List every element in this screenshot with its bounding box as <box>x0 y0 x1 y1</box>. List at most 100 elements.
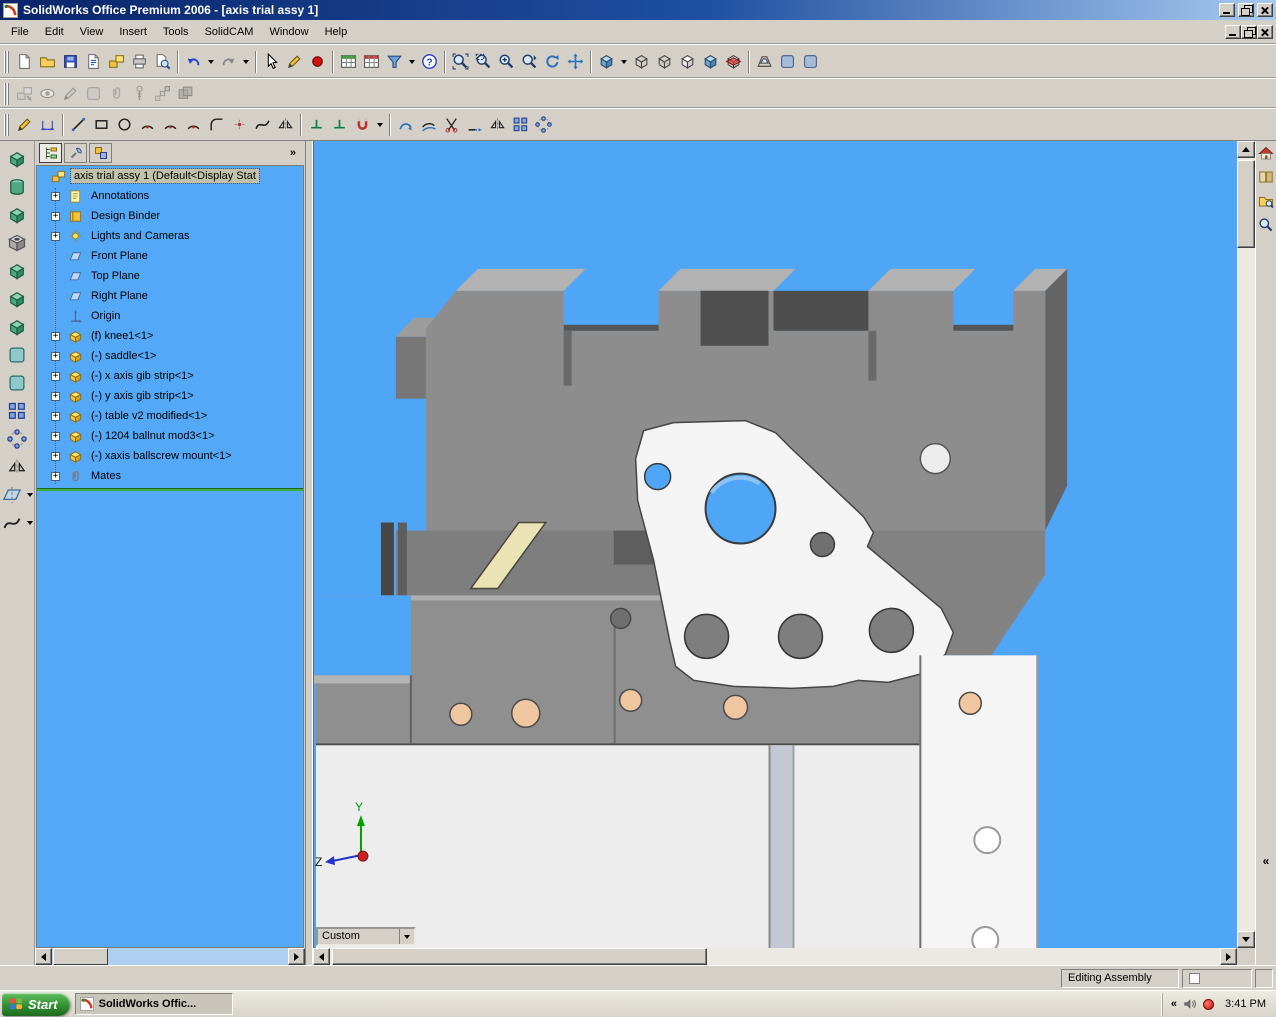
expand-toggle[interactable]: + <box>51 212 60 221</box>
horizontal-scroll-track[interactable] <box>330 948 1220 965</box>
tree-scroll-left-button[interactable] <box>35 948 52 965</box>
expand-toggle[interactable]: + <box>51 412 60 421</box>
rotate-view-icon[interactable] <box>541 50 564 73</box>
status-checkbox[interactable] <box>1189 973 1200 984</box>
offset-entities-icon[interactable] <box>417 113 440 136</box>
redo-icon[interactable] <box>217 50 240 73</box>
reference-geometry-caret[interactable] <box>25 482 35 508</box>
display-relations-icon[interactable] <box>328 113 351 136</box>
extruded-cut-icon[interactable] <box>4 202 30 228</box>
wireframe-icon[interactable] <box>630 50 653 73</box>
toolbar-drag-handle[interactable] <box>4 51 10 73</box>
tree-item-f-knee1-1[interactable]: +(f) knee1<1> <box>37 326 303 346</box>
linear-sketch-pattern-icon[interactable] <box>509 113 532 136</box>
expand-toggle[interactable]: + <box>51 452 60 461</box>
zoom-in-out-icon[interactable] <box>495 50 518 73</box>
select-icon[interactable] <box>260 50 283 73</box>
tree-horizontal-scrollbar[interactable] <box>35 948 305 965</box>
combobox-dropdown-button[interactable] <box>399 929 414 944</box>
menu-edit[interactable]: Edit <box>37 22 72 42</box>
close-button[interactable] <box>1257 3 1273 17</box>
3-point-arc-icon[interactable] <box>182 113 205 136</box>
search-icon[interactable] <box>1258 217 1275 234</box>
tree-scroll-right-button[interactable] <box>288 948 305 965</box>
sketch-tool-icon[interactable] <box>13 113 36 136</box>
tree-item-front-plane[interactable]: Front Plane <box>37 246 303 266</box>
menu-tools[interactable]: Tools <box>155 22 197 42</box>
tree-item-top-plane[interactable]: Top Plane <box>37 266 303 286</box>
tree-scroll-thumb[interactable] <box>53 948 108 965</box>
circular-sketch-pattern-icon[interactable] <box>532 113 555 136</box>
tree-item-table-v2-modified-1[interactable]: +(-) table v2 modified<1> <box>37 406 303 426</box>
tree-item-1204-ballnut-mod3-1[interactable]: +(-) 1204 ballnut mod3<1> <box>37 426 303 446</box>
menu-view[interactable]: View <box>72 22 112 42</box>
redo-list-caret[interactable] <box>240 50 252 73</box>
tree-item-right-plane[interactable]: Right Plane <box>37 286 303 306</box>
trim-entities-icon[interactable] <box>440 113 463 136</box>
mirror-feature-icon[interactable] <box>4 454 30 480</box>
tree-item-saddle-1[interactable]: +(-) saddle<1> <box>37 346 303 366</box>
save-icon[interactable] <box>59 50 82 73</box>
centerpoint-arc-icon[interactable] <box>136 113 159 136</box>
mate-icon[interactable] <box>105 82 128 105</box>
expand-toggle[interactable]: + <box>51 392 60 401</box>
fillet-icon[interactable] <box>4 258 30 284</box>
vertical-scrollbar[interactable] <box>1237 141 1255 948</box>
extruded-boss-icon[interactable] <box>4 146 30 172</box>
shaded-with-edges-icon[interactable] <box>699 50 722 73</box>
extend-entities-icon[interactable] <box>463 113 486 136</box>
zoom-to-area-icon[interactable] <box>472 50 495 73</box>
print-icon[interactable] <box>128 50 151 73</box>
tangent-arc-icon[interactable] <box>159 113 182 136</box>
sketch-fillet-icon[interactable] <box>205 113 228 136</box>
menu-help[interactable]: Help <box>317 22 356 42</box>
panel-overflow-chevron[interactable]: » <box>285 147 301 159</box>
hidden-lines-visible-icon[interactable] <box>653 50 676 73</box>
tree-scroll-track[interactable] <box>52 948 288 965</box>
horizontal-scroll-thumb[interactable] <box>332 948 707 965</box>
circular-pattern-icon[interactable] <box>4 426 30 452</box>
linear-pattern-icon[interactable] <box>4 398 30 424</box>
solidworks-resources-icon[interactable] <box>1258 145 1275 162</box>
selection-filter-icon[interactable] <box>383 50 406 73</box>
vertical-scroll-track[interactable] <box>1237 158 1255 931</box>
panel-splitter[interactable] <box>305 141 313 965</box>
make-assembly-from-part-icon[interactable] <box>105 50 128 73</box>
vertical-scroll-thumb[interactable] <box>1237 160 1255 248</box>
scroll-right-button[interactable] <box>1220 948 1237 965</box>
record-macro-icon[interactable] <box>306 50 329 73</box>
pan-icon[interactable] <box>564 50 587 73</box>
line-icon[interactable] <box>67 113 90 136</box>
menu-file[interactable]: File <box>3 22 37 42</box>
tree-item-design-binder[interactable]: +Design Binder <box>37 206 303 226</box>
expand-toggle[interactable]: + <box>51 352 60 361</box>
section-view-icon[interactable] <box>722 50 745 73</box>
menu-solidcam[interactable]: SolidCAM <box>197 22 262 42</box>
shell-icon[interactable] <box>4 314 30 340</box>
expand-toggle[interactable]: + <box>51 192 60 201</box>
realview-graphics-icon[interactable] <box>776 50 799 73</box>
draft-icon[interactable] <box>4 370 30 396</box>
featuremanager-tab[interactable] <box>39 143 62 163</box>
help-icon[interactable]: ? <box>418 50 441 73</box>
tree-item-origin[interactable]: Origin <box>37 306 303 326</box>
standard-views-list-caret[interactable] <box>618 50 630 73</box>
propertymanager-tab[interactable] <box>64 143 87 163</box>
tree-item-y-axis-gib-strip-1[interactable]: +(-) y axis gib strip<1> <box>37 386 303 406</box>
curves-caret[interactable] <box>25 510 35 536</box>
graphics-area[interactable]: Y Z Custom <box>313 141 1237 948</box>
tree-item-xaxis-ballscrew-mount-1[interactable]: +(-) xaxis ballscrew mount<1> <box>37 446 303 466</box>
tray-chevron[interactable]: « <box>1171 998 1177 1010</box>
edit-component-icon[interactable] <box>59 82 82 105</box>
zoom-to-fit-icon[interactable] <box>449 50 472 73</box>
make-drawing-from-part-icon[interactable] <box>82 50 105 73</box>
solidcam-tray-icon[interactable] <box>1203 999 1214 1010</box>
rectangle-icon[interactable] <box>90 113 113 136</box>
task-pane-collapse-chevron[interactable]: « <box>1258 854 1275 868</box>
tree-root-item[interactable]: axis trial assy 1 (Default<Display Stat <box>37 166 303 186</box>
interference-detection-icon[interactable] <box>174 82 197 105</box>
centerline-icon[interactable] <box>274 113 297 136</box>
convert-entities-icon[interactable] <box>394 113 417 136</box>
tree-item-x-axis-gib-strip-1[interactable]: +(-) x axis gib strip<1> <box>37 366 303 386</box>
task-pane-toggle-icon[interactable] <box>799 50 822 73</box>
